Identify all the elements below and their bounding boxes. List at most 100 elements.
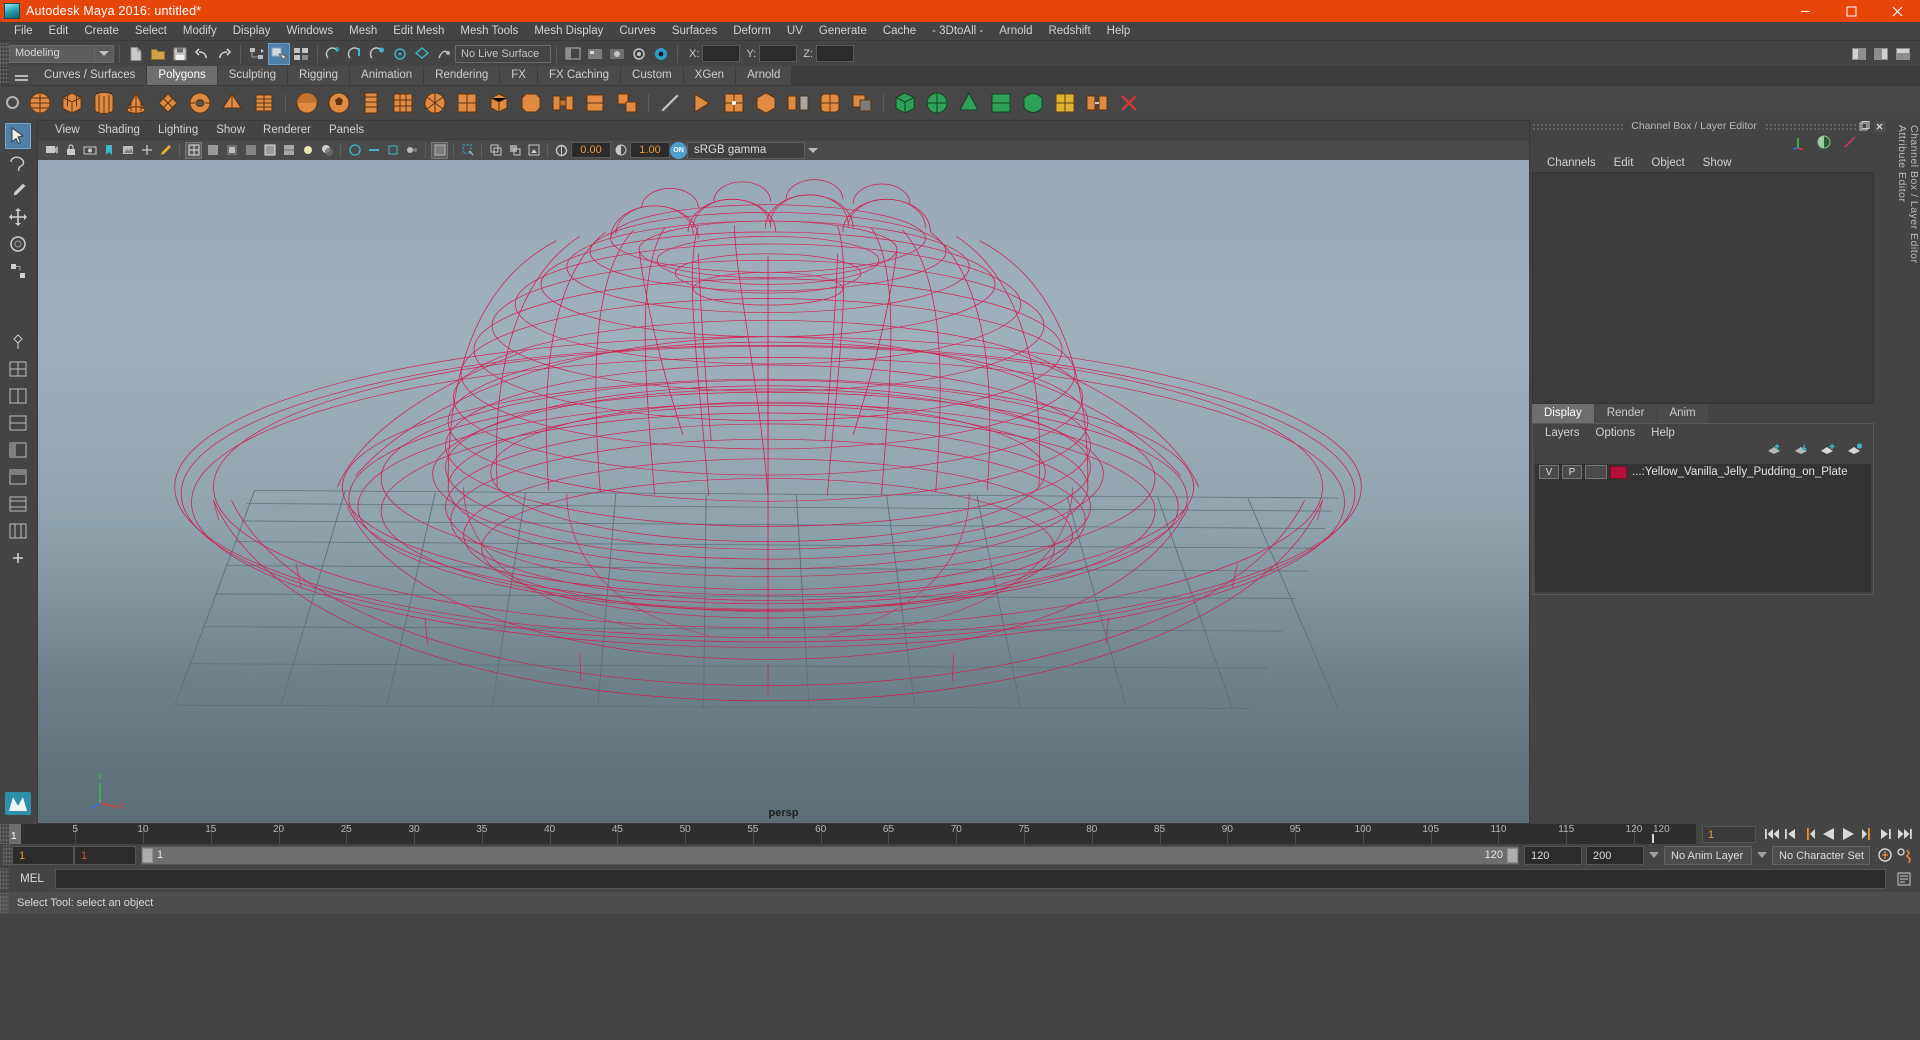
soccer-ball-icon[interactable] [324,88,354,118]
lock-camera-icon[interactable] [62,142,79,159]
menu-deform[interactable]: Deform [725,22,779,40]
gamma-field[interactable]: 1.00 [630,142,670,158]
shadows-icon[interactable] [318,142,335,159]
menu-mesh[interactable]: Mesh [341,22,385,40]
color-profile-chevron-down-icon[interactable] [805,142,821,159]
redo-icon[interactable] [213,43,235,65]
grease-pencil-icon[interactable] [157,142,174,159]
select-camera-icon[interactable] [43,142,60,159]
shelf-options-icon[interactable] [0,86,24,120]
new-layer-icon[interactable] [1820,443,1836,460]
outliner-persp-layout-icon[interactable] [5,437,31,463]
shelf-tab-sculpting[interactable]: Sculpting [217,66,289,85]
new-layer-from-selected-icon[interactable] [1847,443,1863,460]
use-all-lights-icon[interactable] [299,142,316,159]
four-pane-layout-icon[interactable] [5,410,31,436]
shelf-tab-curves-surfaces[interactable]: Curves / Surfaces [33,66,148,85]
snap-to-projected-center-icon[interactable] [389,43,411,65]
character-set-select[interactable]: No Character Set [1772,845,1870,865]
viewport-menu-lighting[interactable]: Lighting [149,121,207,139]
live-surface-field[interactable]: No Live Surface [455,44,551,63]
sphere-sculpt-icon[interactable] [292,88,322,118]
minimize-icon[interactable] [1782,0,1828,22]
animation-preferences-icon[interactable] [1895,846,1914,865]
poly-extrude-icon[interactable] [484,88,514,118]
scale-tool-icon[interactable] [5,258,31,284]
exposure-field[interactable]: 0.00 [571,142,611,158]
channel-box-body[interactable] [1532,172,1874,404]
channelbox-menu-show[interactable]: Show [1694,154,1741,172]
layer-visibility-toggle[interactable]: V [1539,465,1559,479]
shelf-menu-icon[interactable] [9,66,33,85]
axis-y-field[interactable] [759,45,798,62]
layer-shading-toggle[interactable] [1585,465,1607,479]
time-slider[interactable]: 1 5 10 15 20 25 30 35 40 45 50 55 60 65 70 75 80 85 90 95 1… [9,824,1648,844]
manipulator-axis-icon[interactable] [1790,134,1806,153]
add-layout-icon[interactable] [5,545,31,571]
statusbar-grip[interactable] [0,893,9,913]
tab-render[interactable]: Render [1594,403,1657,423]
menu-set-selector[interactable]: Modeling [9,44,95,63]
current-time-indicator[interactable]: 1 [9,824,21,844]
viewport-menu-view[interactable]: View [46,121,89,139]
screen-space-ao-icon[interactable] [346,142,363,159]
poly-torus-icon[interactable] [185,88,215,118]
show-manipulator-tool-icon[interactable] [5,329,31,355]
shelf-tab-polygons[interactable]: Polygons [147,66,218,85]
menu-redshift[interactable]: Redshift [1040,22,1098,40]
range-end-handle[interactable] [1507,847,1518,863]
shelf-tab-animation[interactable]: Animation [350,66,425,85]
shelf-tab-xgen[interactable]: XGen [683,66,737,85]
poly-cleanup-icon[interactable] [1114,88,1144,118]
image-plane-icon[interactable] [119,142,136,159]
two-d-pan-zoom-icon[interactable] [138,142,155,159]
undo-icon[interactable] [191,43,213,65]
exposure-reset-icon[interactable] [525,142,542,159]
move-layer-down-icon[interactable] [1793,443,1809,460]
animation-start-field[interactable]: 1 [12,845,74,865]
poly-pipe-icon[interactable] [388,88,418,118]
maximize-icon[interactable] [1828,0,1874,22]
layer-name-label[interactable]: ...:Yellow_Vanilla_Jelly_Pudding_on_Plat… [1632,466,1847,478]
poly-reduce-icon[interactable] [1050,88,1080,118]
axis-z-field[interactable] [815,45,854,62]
menu-3dtoall[interactable]: - 3DtoAll - [924,22,991,40]
menu-set-dropdown-arrow[interactable] [95,44,114,63]
menu-windows[interactable]: Windows [278,22,341,40]
poly-cylinder-icon[interactable] [89,88,119,118]
menu-curves[interactable]: Curves [611,22,663,40]
poly-sphere-icon[interactable] [25,88,55,118]
isolate-select-icon[interactable] [431,141,448,159]
script-editor-icon[interactable] [1892,868,1916,890]
poly-cone-green-icon[interactable] [954,88,984,118]
flat-shade-icon[interactable] [242,142,259,159]
snap-to-point-icon[interactable] [367,43,389,65]
ipr-render-icon[interactable] [584,43,606,65]
menu-modify[interactable]: Modify [175,22,225,40]
snap-to-curve-icon[interactable] [345,43,367,65]
tab-display[interactable]: Display [1532,403,1594,423]
save-scene-icon[interactable] [169,43,191,65]
shelf-grip[interactable] [0,66,9,85]
single-pane-layout-icon[interactable] [5,356,31,382]
snap-to-grid-icon[interactable] [323,43,345,65]
xray-joints-icon[interactable] [487,142,504,159]
color-management-toggle[interactable]: ON [670,141,687,159]
show-hide-attribute-panel-icon[interactable] [1892,43,1914,65]
command-language-label[interactable]: MEL [9,873,55,885]
anim-layer-select[interactable]: No Anim Layer [1664,845,1752,865]
menu-file[interactable]: File [6,22,41,40]
axis-x-field[interactable] [702,45,741,62]
lasso-tool-icon[interactable] [5,150,31,176]
poly-smooth-icon[interactable] [815,88,845,118]
close-panel-icon[interactable] [1873,120,1886,133]
shelf-tab-rendering[interactable]: Rendering [424,66,501,85]
float-panel-icon[interactable] [1858,120,1871,133]
poly-shell-green-icon[interactable] [986,88,1016,118]
shelf-tab-custom[interactable]: Custom [621,66,684,85]
play-backwards-icon[interactable] [1819,825,1838,844]
render-globals-icon[interactable] [650,43,672,65]
layer-row[interactable]: V P ...:Yellow_Vanilla_Jelly_Pudding_on_… [1535,463,1871,481]
viewport-menu-renderer[interactable]: Renderer [254,121,320,139]
rail-tab-channel-box[interactable]: Channel Box / Layer Editor [1908,119,1920,824]
